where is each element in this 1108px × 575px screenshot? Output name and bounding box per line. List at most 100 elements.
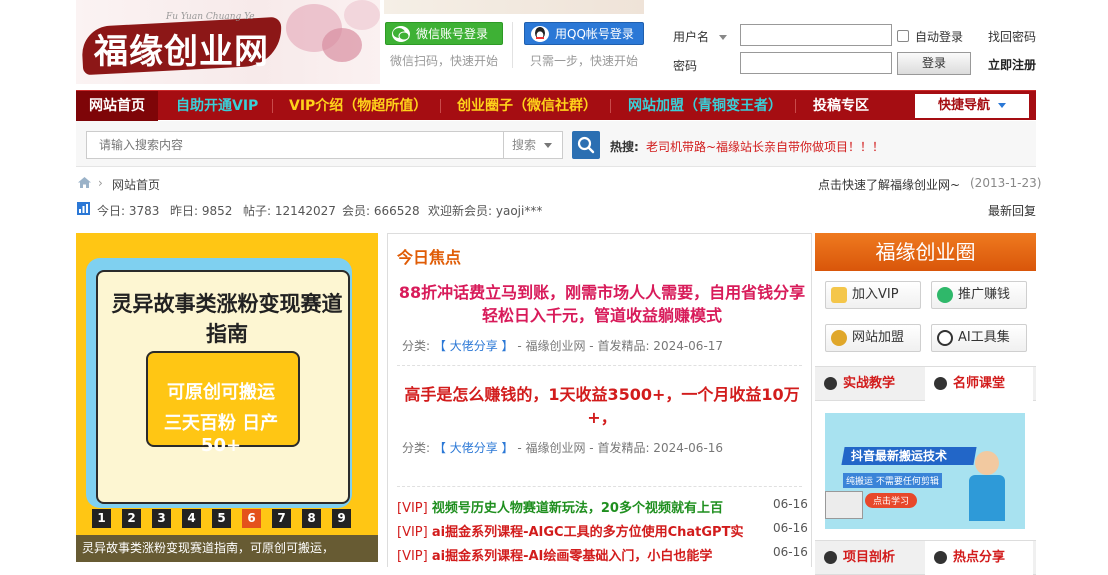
- nav-separator: [610, 99, 611, 113]
- course-banner[interactable]: 抖音最新搬运技术 纯搬运 不需要任何剪辑 点击学习: [825, 413, 1025, 529]
- vip-tag: [VIP]: [397, 525, 428, 540]
- compass-icon: [824, 551, 837, 564]
- article-category[interactable]: 【 大佬分享 】: [434, 441, 514, 455]
- qq-login-button[interactable]: 用QQ帐号登录: [524, 22, 644, 45]
- slide-caption[interactable]: 灵异故事类涨粉变现赛道指南，可原创可搬运，: [76, 535, 378, 562]
- crown-icon: [831, 287, 847, 303]
- compass-icon: [824, 377, 837, 390]
- join-vip-label: 加入VIP: [852, 287, 899, 302]
- list-item[interactable]: [VIP] ai掘金系列课程-AI绘画零基础入门，小白也能学 06-16: [397, 545, 808, 565]
- latest-reply-link[interactable]: 最新回复: [988, 202, 1036, 219]
- list-item-date: 06-16: [773, 521, 808, 535]
- nav-item-submit[interactable]: 投稿专区: [813, 91, 869, 121]
- vip-tag: [VIP]: [397, 501, 428, 516]
- list-item[interactable]: [VIP] 视频号历史人物赛道新玩法，20多个视频就有上百 06-16: [397, 497, 808, 517]
- tab-masters[interactable]: 名师课堂: [925, 367, 1033, 401]
- hot-search-link[interactable]: 老司机带路~福缘站长亲自带你做项目！！！: [646, 138, 884, 155]
- username-label: 用户名: [673, 30, 710, 44]
- username-input[interactable]: [740, 24, 892, 46]
- article-title[interactable]: 88折冲话费立马到账，刚需市场人人需要，自用省钱分享轻松日入千元，管道收益躺赚模…: [397, 281, 807, 327]
- hot-search-label: 热搜:: [610, 140, 639, 154]
- nav-separator: [795, 99, 796, 113]
- quick-nav-button[interactable]: 快捷导航: [915, 94, 1029, 118]
- header-decoration: [384, 0, 644, 14]
- wechat-login-tip: 微信扫码，快速开始: [390, 54, 499, 68]
- slide-dot[interactable]: 5: [212, 509, 231, 528]
- article-meta-text: - 福缘创业网 - 首发精品: 2024-06-17: [517, 339, 724, 353]
- logo-text: 福缘创业网: [94, 32, 269, 72]
- list-item-title[interactable]: 视频号历史人物赛道新玩法，20多个视频就有上百: [432, 501, 723, 516]
- tab-project-analysis[interactable]: 项目剖析: [815, 541, 923, 575]
- slide-dot-active[interactable]: 6: [242, 509, 261, 528]
- login-button[interactable]: 登录: [897, 52, 971, 75]
- tab-bar: 项目剖析 热点分享: [815, 540, 1036, 575]
- list-item-title[interactable]: ai掘金系列课程-AIGC工具的多方位使用ChatGPT实: [432, 525, 744, 540]
- tab-practical[interactable]: 实战教学: [815, 367, 923, 401]
- qq-login-tip: 只需一步，快速开始: [530, 54, 639, 68]
- circle-title: 福缘创业圈: [815, 233, 1036, 271]
- slide-dot[interactable]: 3: [152, 509, 171, 528]
- slide-dot[interactable]: 2: [122, 509, 141, 528]
- stat-yesterday: 昨日: 9852: [170, 204, 233, 218]
- search-button[interactable]: [572, 131, 600, 159]
- username-label-wrap: 用户名: [673, 28, 727, 45]
- nav-item-home[interactable]: 网站首页: [76, 91, 158, 121]
- search-input[interactable]: 请输入搜索内容: [86, 131, 503, 159]
- slide-dot[interactable]: 1: [92, 509, 111, 528]
- search-type-select[interactable]: 搜索: [503, 131, 563, 159]
- auto-login-label[interactable]: 自动登录: [915, 28, 963, 45]
- article-category[interactable]: 【 大佬分享 】: [434, 339, 514, 353]
- password-input[interactable]: [740, 52, 892, 74]
- site-logo[interactable]: Fu Yuan Chuang Ye 福缘创业网: [76, 0, 380, 84]
- join-vip-button[interactable]: 加入VIP: [825, 281, 921, 309]
- list-item[interactable]: [VIP] ai掘金系列课程-AIGC工具的多方位使用ChatGPT实 06-1…: [397, 521, 808, 541]
- stat-welcome[interactable]: 欢迎新会员: yaoji***: [428, 202, 542, 219]
- tab-label: 实战教学: [843, 376, 896, 391]
- find-password-link[interactable]: 找回密码: [988, 28, 1036, 45]
- slide-badge-line: 三天百粉 日产50+: [163, 413, 279, 456]
- ai-tools-button[interactable]: AI工具集: [931, 324, 1027, 352]
- franchise-button[interactable]: 网站加盟: [825, 324, 921, 352]
- nav-item-vip-intro[interactable]: VIP介绍（物超所值）: [289, 91, 427, 121]
- announcement-date: (2013-1-23): [970, 176, 1042, 190]
- announcement-link[interactable]: 点击快速了解福缘创业网~: [818, 176, 960, 193]
- ai-tools-label: AI工具集: [958, 330, 1010, 345]
- focus-title: 今日焦点: [397, 248, 462, 267]
- nav-item-circle[interactable]: 创业圈子（微信社群）: [457, 91, 597, 121]
- slide-title: 灵异故事类涨粉变现赛道指南: [111, 292, 343, 346]
- divider: [397, 486, 802, 487]
- article-category-prefix: 分类:: [402, 339, 431, 353]
- tab-label: 项目剖析: [843, 550, 896, 565]
- chevron-down-icon: [544, 143, 553, 148]
- qq-login-label: 用QQ帐号登录: [555, 27, 634, 41]
- article-category-prefix: 分类:: [402, 441, 431, 455]
- register-link[interactable]: 立即注册: [988, 56, 1036, 73]
- home-icon[interactable]: [77, 176, 92, 192]
- flower-decoration: [322, 28, 362, 62]
- promote-earn-button[interactable]: 推广赚钱: [931, 281, 1027, 309]
- stat-today: 今日: 3783: [97, 204, 160, 218]
- list-item-date: 06-16: [773, 545, 808, 559]
- divider: [397, 365, 802, 366]
- breadcrumb-home[interactable]: 网站首页: [112, 176, 160, 193]
- tab-hot-share[interactable]: 热点分享: [925, 541, 1033, 575]
- qq-icon: [531, 26, 549, 42]
- slide-dot[interactable]: 9: [332, 509, 351, 528]
- share-icon: [937, 287, 953, 303]
- nav-item-franchise[interactable]: 网站加盟（青铜变王者）: [628, 91, 782, 121]
- main-nav: 网站首页 自助开通VIP VIP介绍（物超所值） 创业圈子（微信社群） 网站加盟…: [76, 90, 1036, 121]
- vip-tag: [VIP]: [397, 549, 428, 564]
- auto-login-checkbox[interactable]: [897, 30, 909, 42]
- slide-dot[interactable]: 4: [182, 509, 201, 528]
- chevron-down-icon: [718, 35, 727, 40]
- slide-dot[interactable]: 8: [302, 509, 321, 528]
- list-item-title[interactable]: ai掘金系列课程-AI绘画零基础入门，小白也能学: [432, 549, 713, 564]
- slide-dot[interactable]: 7: [272, 509, 291, 528]
- wechat-login-button[interactable]: 微信账号登录: [385, 22, 503, 45]
- article-title[interactable]: 高手是怎么赚钱的，1天收益3500+，一个月收益10万+，: [397, 383, 807, 429]
- password-label: 密码: [673, 59, 698, 73]
- banner-learn-button[interactable]: 点击学习: [865, 493, 918, 508]
- nav-item-vip-open[interactable]: 自助开通VIP: [176, 91, 258, 121]
- quick-nav-label: 快捷导航: [937, 98, 990, 113]
- paint-icon: [934, 377, 947, 390]
